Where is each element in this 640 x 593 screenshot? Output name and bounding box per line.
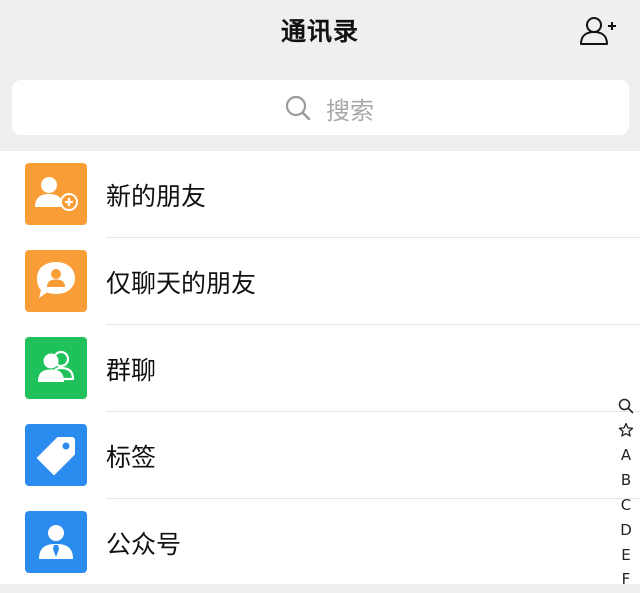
- search-input[interactable]: 搜索: [12, 80, 629, 135]
- top-header: 通讯录: [0, 0, 640, 66]
- search-placeholder: 搜索: [326, 97, 374, 125]
- group-chat-icon: [25, 337, 87, 399]
- index-letter-f[interactable]: F: [612, 567, 640, 591]
- index-letter-e[interactable]: E: [612, 543, 640, 567]
- index-letter-d[interactable]: D: [612, 518, 640, 542]
- contacts-menu-list: 新的朋友 仅聊天的朋友 群聊 标签 公众号: [0, 151, 640, 584]
- add-friend-icon: [580, 17, 616, 45]
- page-title: 通讯录: [280, 17, 359, 46]
- list-item-group-chats[interactable]: 群聊: [0, 325, 640, 412]
- index-star[interactable]: [612, 419, 640, 443]
- tag-icon: [25, 424, 87, 486]
- index-letter-a[interactable]: A: [612, 443, 640, 467]
- search-icon: [618, 398, 634, 414]
- chat-only-friend-icon: [25, 250, 87, 312]
- item-label-tags: 标签: [106, 443, 157, 472]
- star-icon: [618, 422, 634, 437]
- search-icon: [285, 95, 311, 121]
- index-search[interactable]: [612, 395, 640, 419]
- bottom-separator: [0, 584, 640, 593]
- index-letter-b[interactable]: B: [612, 468, 640, 492]
- new-friend-icon: [25, 163, 87, 225]
- item-label-chat-only-friends: 仅聊天的朋友: [106, 269, 257, 298]
- add-friend-button[interactable]: [578, 14, 618, 48]
- list-item-chat-only-friends[interactable]: 仅聊天的朋友: [0, 238, 640, 325]
- list-item-new-friends[interactable]: 新的朋友: [0, 151, 640, 238]
- list-item-tags[interactable]: 标签: [0, 412, 640, 499]
- item-label-group-chats: 群聊: [106, 356, 157, 385]
- list-item-official-accounts[interactable]: 公众号: [0, 499, 640, 586]
- index-letter-c[interactable]: C: [612, 493, 640, 517]
- item-label-new-friends: 新的朋友: [106, 182, 207, 211]
- item-label-official-accounts: 公众号: [106, 530, 182, 559]
- official-account-icon: [25, 511, 87, 573]
